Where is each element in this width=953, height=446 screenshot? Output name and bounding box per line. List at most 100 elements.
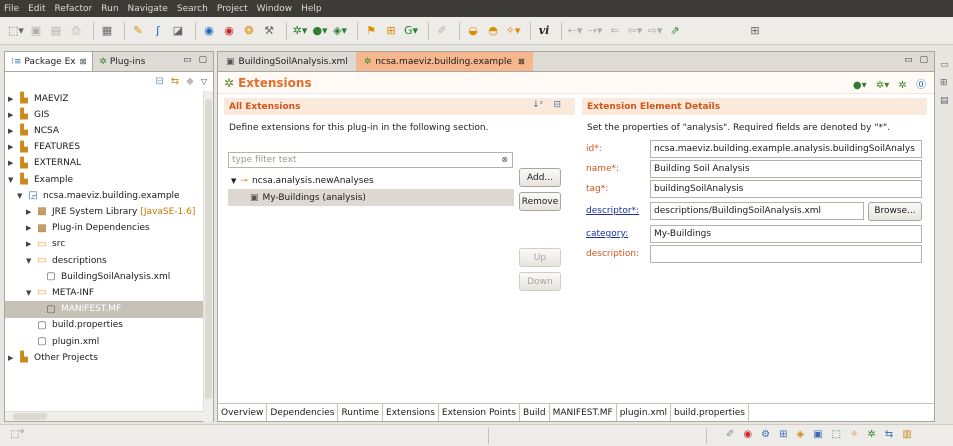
run-icon[interactable]: ʃ (150, 22, 166, 40)
new-icon[interactable]: ⬚▾ (8, 22, 24, 40)
build-icon[interactable]: ▥ (902, 429, 911, 440)
build-icon[interactable]: ◪ (170, 22, 186, 40)
tree-item[interactable]: ▢ BuildingSoilAnalysis.xml (5, 268, 203, 285)
tree-item[interactable]: ▼ ◲ ncsa.maeviz.building.example (5, 187, 203, 204)
expand-icon[interactable]: ▶ (26, 240, 35, 248)
descriptor-link[interactable]: descriptor*: (586, 206, 650, 216)
debug-dropdown-icon[interactable]: ✲▾ (876, 80, 889, 91)
save-all-icon[interactable]: ▤ (48, 22, 64, 40)
tab-plugin-manifest[interactable]: ✲ ncsa.maeviz.building.example ⊠ (355, 52, 533, 71)
menu-file[interactable]: File (4, 4, 19, 14)
wand-icon[interactable]: ✧ (850, 429, 858, 440)
pin-icon[interactable]: ⚑ (363, 22, 379, 40)
pencil-icon[interactable]: ✐ (726, 429, 734, 440)
prev-edit-icon[interactable]: ⇐ (607, 22, 623, 40)
tree-item[interactable]: ▶ ▙ MAEVIZ (5, 90, 203, 107)
tag-field[interactable]: buildingSoilAnalysis (650, 180, 922, 198)
grid-icon[interactable]: ⊞ (779, 429, 787, 440)
expand-icon[interactable]: ▶ (8, 354, 17, 362)
name-field[interactable]: Building Soil Analysis (650, 160, 922, 178)
bug-icon[interactable]: ❂ (241, 22, 257, 40)
tab-package-explorer[interactable]: ⁝≡ Package Ex ⊠ (5, 52, 94, 71)
tree-item[interactable]: ▶ ▩ Plug-in Dependencies (5, 220, 203, 237)
minimize-maximize-icon[interactable]: ▭ ▢ (904, 55, 930, 65)
tab-overview[interactable]: Overview (218, 404, 268, 421)
debug-icon[interactable]: ✲ (867, 429, 875, 440)
extension-element-item[interactable]: ▣ My-Buildings (analysis) (228, 189, 514, 206)
collapse-icon[interactable]: ▼ (8, 176, 17, 184)
expand-icon[interactable]: ▶ (8, 95, 17, 103)
tab-manifest-mf[interactable]: MANIFEST.MF (550, 404, 617, 421)
tree-item[interactable]: ▶ ▩ JRE System Library [JavaSE-1.6] (5, 203, 203, 220)
collapse-icon[interactable]: ▼ (26, 289, 35, 297)
vertical-scrollbar[interactable] (203, 91, 213, 422)
tab-extensions[interactable]: Extensions (383, 404, 439, 421)
menu-help[interactable]: Help (301, 4, 322, 14)
task-list-icon[interactable]: ▤ (940, 96, 953, 106)
add-button[interactable]: Add... (519, 168, 561, 187)
share-icon[interactable]: ⇗ (667, 22, 683, 40)
tree-item[interactable]: ▢ MANIFEST.MF (5, 300, 203, 318)
globe-icon[interactable]: ◉ (743, 429, 752, 440)
category-link[interactable]: category: (586, 229, 650, 239)
down-button[interactable]: Down (519, 272, 561, 291)
filter-input[interactable]: type filter text ⊗ (228, 152, 513, 168)
collapse-icon[interactable]: ▼ (26, 257, 35, 265)
category-field[interactable]: My-Buildings (650, 225, 922, 243)
run-dropdown-icon[interactable]: ●▾ (312, 22, 328, 40)
vi-icon[interactable]: vi (536, 22, 552, 40)
collapse-icon[interactable]: ▼ (17, 192, 26, 200)
tree-item[interactable]: ▼ ▭ META-INF (5, 284, 203, 301)
tree-item[interactable]: ▢ plugin.xml (5, 333, 203, 350)
horizontal-scrollbar[interactable] (5, 411, 204, 421)
menu-refactor[interactable]: Refactor (55, 4, 93, 14)
wand-icon[interactable]: ✧▾ (505, 22, 521, 40)
menu-edit[interactable]: Edit (28, 4, 45, 14)
tab-building-soil-analysis-xml[interactable]: ▣ BuildingSoilAnalysis.xml (218, 52, 356, 71)
expand-icon[interactable]: ▶ (8, 127, 17, 135)
tab-build-properties[interactable]: build.properties (671, 404, 749, 421)
folder-icon[interactable]: ◒ (465, 22, 481, 40)
sort-icon[interactable]: ↓ᶻ (532, 100, 543, 110)
tree-item[interactable]: ▶ ▙ FEATURES (5, 139, 203, 156)
menu-run[interactable]: Run (101, 4, 118, 14)
tools-icon[interactable]: ⚒ (261, 22, 277, 40)
menu-search[interactable]: Search (177, 4, 208, 14)
tab-dependencies[interactable]: Dependencies (267, 404, 339, 421)
tree-item[interactable]: ▶ ▭ src (5, 236, 203, 253)
menu-project[interactable]: Project (217, 4, 248, 14)
grid-icon[interactable]: ⊞ (383, 22, 399, 40)
forward-icon[interactable]: ⇢▾ (587, 22, 603, 40)
collapse-all-icon[interactable]: ⊟ (155, 76, 163, 87)
descriptor-field[interactable]: descriptions/BuildingSoilAnalysis.xml (650, 202, 864, 220)
clear-filter-icon[interactable]: ⊗ (501, 155, 508, 164)
tab-extension-points[interactable]: Extension Points (439, 404, 520, 421)
debug-dropdown-icon[interactable]: ✲▾ (292, 22, 308, 40)
link-icon[interactable]: ⇆ (885, 429, 893, 440)
minimize-maximize-icon[interactable]: ▭ ▢ (183, 55, 209, 65)
tab-plugin-xml[interactable]: plugin.xml (617, 404, 672, 421)
extension-point-item[interactable]: ▼ ⊸ ncsa.analysis.newAnalyses (228, 172, 514, 189)
fast-view-icon[interactable]: ⬚° (10, 429, 24, 440)
menu-window[interactable]: Window (257, 4, 293, 14)
plugin-icon[interactable]: ⬚ (832, 429, 841, 440)
expand-icon[interactable]: ▶ (26, 208, 35, 216)
external-tool-icon[interactable]: ◈▾ (332, 22, 348, 40)
folder-open-icon[interactable]: ◓ (485, 22, 501, 40)
focus-icon[interactable]: ◆ (186, 76, 194, 87)
globe-icon[interactable]: ◉ (201, 22, 217, 40)
help-icon[interactable]: ⓪ (916, 80, 926, 91)
gear-icon[interactable]: ⚙ (761, 429, 770, 440)
open-perspective-icon[interactable]: ▭ (940, 60, 953, 70)
view-menu-icon[interactable]: ▽ (201, 77, 207, 86)
description-field[interactable] (650, 245, 922, 263)
collapse-all-icon[interactable]: ⊟ (553, 100, 561, 110)
print-icon[interactable]: ⎙ (68, 22, 84, 40)
expand-icon[interactable]: ▶ (8, 159, 17, 167)
settings-icon[interactable]: G▾ (403, 22, 419, 40)
expand-icon[interactable]: ▶ (26, 224, 35, 232)
outline-icon[interactable]: ⊞ (940, 78, 953, 88)
run-dropdown-icon[interactable]: ●▾ (853, 80, 867, 91)
tree-item[interactable]: ▶ ▙ Other Projects (5, 349, 203, 366)
tree-item[interactable]: ▼ ▭ descriptions (5, 252, 203, 269)
